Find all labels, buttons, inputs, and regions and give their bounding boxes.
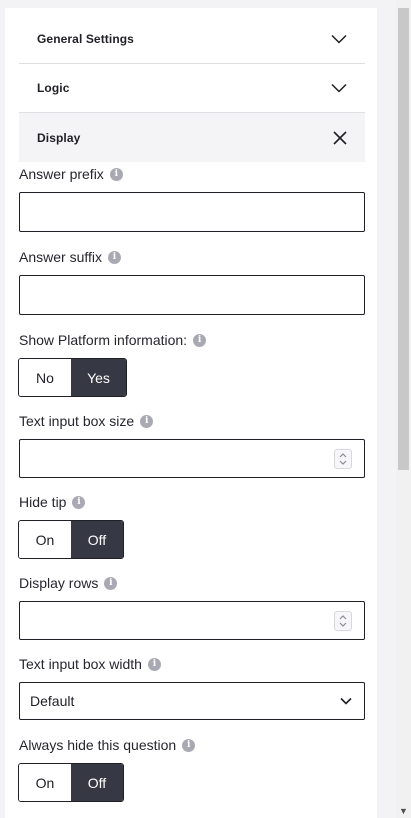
hide-tip-label: Hide tip i (19, 494, 86, 510)
section-logic[interactable]: Logic (19, 64, 365, 113)
chevron-up-icon[interactable] (339, 615, 347, 620)
answer-suffix-label: Answer suffix i (19, 249, 121, 265)
text-input-box-width-select[interactable]: Default (19, 682, 365, 720)
toggle-option-on[interactable]: On (19, 521, 71, 558)
section-display[interactable]: Display (19, 113, 365, 162)
answer-prefix-label: Answer prefix i (19, 166, 123, 182)
chevron-down-icon[interactable] (339, 460, 347, 465)
toggle-option-off[interactable]: Off (71, 764, 123, 801)
section-general-settings[interactable]: General Settings (19, 15, 365, 64)
chevron-up-icon[interactable] (339, 453, 347, 458)
scrollbar-thumb[interactable] (398, 8, 409, 470)
section-label: General Settings (37, 32, 134, 46)
info-icon[interactable]: i (182, 738, 196, 752)
info-icon[interactable]: i (72, 495, 86, 509)
info-icon[interactable]: i (108, 250, 121, 264)
chevron-down-icon (331, 34, 347, 44)
toggle-option-on[interactable]: On (19, 764, 71, 801)
number-stepper[interactable] (334, 611, 352, 631)
info-icon[interactable]: i (193, 333, 207, 347)
text-input-box-size-label: Text input box size i (19, 413, 154, 429)
chevron-down-icon[interactable] (339, 622, 347, 627)
select-value: Default (30, 693, 75, 709)
close-icon[interactable] (333, 130, 347, 145)
info-icon[interactable]: i (104, 576, 118, 590)
show-platform-info-toggle: No Yes (18, 358, 127, 397)
toggle-option-off[interactable]: Off (71, 521, 123, 558)
chevron-down-icon (340, 697, 352, 705)
number-stepper[interactable] (334, 449, 352, 469)
answer-prefix-input[interactable] (19, 192, 365, 232)
display-rows-label: Display rows i (19, 575, 118, 591)
text-input-box-size-input[interactable] (19, 439, 365, 478)
display-rows-input[interactable] (19, 601, 365, 640)
answer-suffix-input[interactable] (19, 275, 365, 315)
text-input-box-width-label: Text input box width i (19, 656, 161, 672)
info-icon[interactable]: i (140, 414, 154, 428)
toggle-option-yes[interactable]: Yes (71, 359, 126, 396)
toggle-option-no[interactable]: No (19, 359, 71, 396)
section-label: Logic (37, 81, 70, 95)
scroll-down-arrow-icon[interactable]: ▼ (398, 806, 409, 816)
info-icon[interactable]: i (109, 167, 123, 181)
hide-tip-toggle: On Off (18, 520, 124, 559)
info-icon[interactable]: i (147, 657, 161, 671)
chevron-down-icon (331, 83, 347, 93)
always-hide-label: Always hide this question i (19, 737, 196, 753)
show-platform-info-label: Show Platform information: i (19, 332, 207, 348)
section-label: Display (37, 130, 81, 145)
always-hide-toggle: On Off (18, 763, 124, 802)
